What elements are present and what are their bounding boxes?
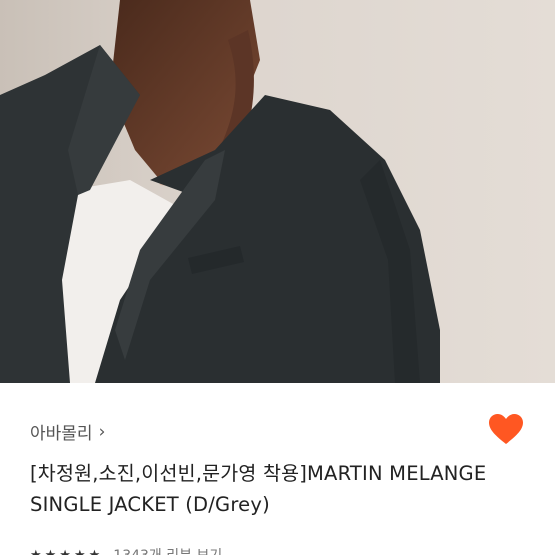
chevron-right-icon: ›	[98, 421, 106, 442]
model-wearing-jacket-illustration	[0, 0, 555, 383]
heart-icon[interactable]	[488, 413, 524, 445]
brand-name: 아바몰리	[30, 424, 93, 444]
review-summary[interactable]: ★★★★★ 1343개 리뷰 보기	[30, 545, 222, 555]
review-link[interactable]: 1343개 리뷰 보기	[113, 545, 222, 555]
product-title: [차정원,소진,이선빈,문가영 착용]MARTIN MELANGE SINGLE…	[30, 462, 487, 516]
product-info-panel: 아바몰리 › [차정원,소진,이선빈,문가영 착용]MARTIN MELANGE…	[0, 383, 555, 555]
brand-link[interactable]: 아바몰리 ›	[30, 419, 106, 445]
star-rating: ★★★★★	[30, 547, 104, 555]
product-hero-image[interactable]	[0, 0, 555, 383]
